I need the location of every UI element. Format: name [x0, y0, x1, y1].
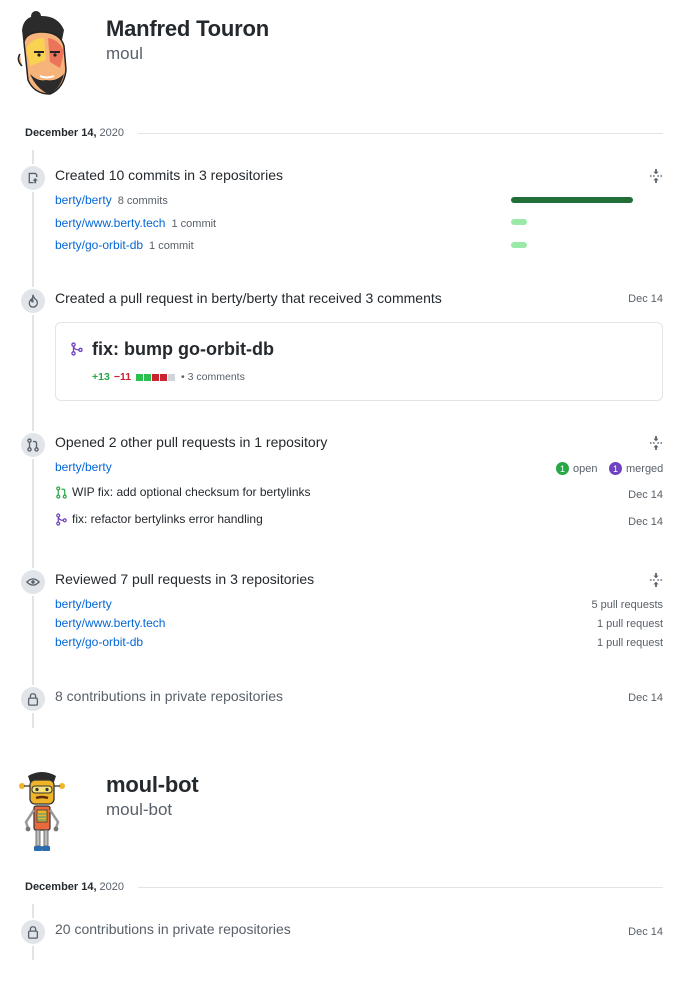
opened-prs-repo-link[interactable]: berty/berty — [55, 460, 112, 474]
commit-bar — [511, 242, 527, 248]
additions-count: +13 — [92, 371, 110, 383]
merged-count-badge: 1 — [609, 462, 622, 475]
created-pr-summary: Created a pull request in berty/berty th… — [55, 290, 442, 306]
private-contributions-summary: 20 contributions in private repositories — [55, 921, 291, 937]
lock-icon — [27, 926, 39, 939]
date-month-day: December 14, — [25, 127, 97, 139]
reviewed-repo-link[interactable]: berty/berty — [55, 597, 112, 611]
commits-summary: Created 10 commits in 3 repositories — [55, 167, 283, 183]
diffstat-block — [160, 373, 168, 381]
commit-repo-name[interactable]: berty/www.berty.tech — [55, 216, 165, 230]
date-divider — [138, 132, 663, 134]
private-contributions-summary: 8 contributions in private repositories — [55, 688, 284, 704]
pull-request-diffstat: +13 −11 • 3 comments — [92, 371, 245, 383]
git-pull-request-icon — [27, 438, 39, 452]
date-month-day: December 14, — [25, 881, 97, 893]
flame-icon — [28, 294, 39, 308]
profile-login[interactable]: moul — [106, 44, 143, 64]
private-contributions-date: Dec 14 — [628, 926, 663, 938]
reviewed-repo-link[interactable]: berty/www.berty.tech — [55, 616, 165, 630]
commit-repo-link[interactable]: berty/berty 8 commits — [55, 193, 168, 207]
profile-login[interactable]: moul-bot — [106, 800, 172, 820]
commit-repo-name[interactable]: berty/berty — [55, 193, 112, 207]
open-count-badge: 1 — [556, 462, 569, 475]
open-state-count: 1 open — [556, 462, 597, 475]
private-contributions-date: Dec 14 — [628, 692, 663, 704]
pull-request-card: fix: bump go-orbit-db +13 −11 • 3 commen… — [55, 322, 663, 401]
repo-push-icon — [28, 172, 38, 184]
reviewed-count[interactable]: 5 pull requests — [591, 599, 663, 611]
commit-bar — [511, 219, 527, 225]
comments-count[interactable]: • 3 comments — [181, 371, 245, 383]
reviewed-count[interactable]: 1 pull request — [597, 637, 663, 649]
pull-request-item[interactable]: fix: refactor bertylinks error handling — [55, 512, 263, 526]
deletions-count: −11 — [113, 371, 132, 383]
fold-icon[interactable] — [649, 436, 663, 450]
pull-request-title[interactable]: fix: bump go-orbit-db — [92, 339, 274, 360]
pull-request-item-date: Dec 14 — [628, 489, 663, 501]
fold-icon[interactable] — [649, 169, 663, 183]
diffstat-block — [144, 373, 152, 381]
private-badge — [19, 918, 47, 946]
merged-label: merged — [626, 462, 664, 475]
opened-prs-summary: Opened 2 other pull requests in 1 reposi… — [55, 434, 328, 450]
avatar-moul-bot[interactable] — [14, 766, 70, 854]
created-pr-badge — [19, 287, 47, 315]
diffstat-block — [136, 373, 144, 381]
activity-date-header: December 14, 2020 — [25, 125, 663, 141]
date-year: 2020 — [99, 881, 125, 893]
lock-icon — [27, 693, 39, 706]
date-divider — [138, 886, 663, 888]
git-merge-icon — [56, 512, 67, 526]
created-pr-date: Dec 14 — [628, 293, 663, 305]
reviewed-summary: Reviewed 7 pull requests in 3 repositori… — [55, 571, 315, 587]
pull-request-item-title[interactable]: fix: refactor bertylinks error handling — [72, 512, 263, 526]
commit-badge — [19, 164, 47, 192]
fold-icon[interactable] — [649, 573, 663, 587]
commit-bar — [511, 197, 633, 203]
reviewed-count[interactable]: 1 pull request — [597, 618, 663, 630]
eye-icon — [26, 578, 40, 586]
commit-repo-link[interactable]: berty/go-orbit-db 1 commit — [55, 238, 194, 252]
avatar-manfred-touron[interactable] — [12, 8, 72, 100]
open-label: open — [573, 462, 598, 475]
pull-request-item-date: Dec 14 — [628, 516, 663, 528]
commit-count[interactable]: 1 commit — [171, 218, 216, 230]
pull-request-item[interactable]: WIP fix: add optional checksum for berty… — [55, 485, 311, 499]
private-badge — [19, 685, 47, 713]
git-merge-icon — [71, 342, 83, 356]
date-year: 2020 — [99, 127, 125, 139]
diffstat-blocks — [135, 373, 176, 381]
commit-repo-link[interactable]: berty/www.berty.tech 1 commit — [55, 216, 216, 230]
git-pull-request-icon — [56, 485, 67, 499]
merged-state-count: 1 merged — [609, 462, 663, 475]
opened-prs-badge — [19, 431, 47, 459]
commit-repo-name[interactable]: berty/go-orbit-db — [55, 238, 143, 252]
pull-request-item-title[interactable]: WIP fix: add optional checksum for berty… — [72, 485, 311, 499]
activity-date-header: December 14, 2020 — [25, 879, 663, 895]
commit-count[interactable]: 8 commits — [118, 195, 168, 207]
reviewed-badge — [19, 568, 47, 596]
profile-name[interactable]: Manfred Touron — [106, 16, 269, 42]
reviewed-repo-link[interactable]: berty/go-orbit-db — [55, 635, 143, 649]
diffstat-block — [152, 373, 160, 381]
commit-count[interactable]: 1 commit — [149, 240, 194, 252]
diffstat-block — [168, 373, 176, 381]
profile-name[interactable]: moul-bot — [106, 772, 199, 798]
